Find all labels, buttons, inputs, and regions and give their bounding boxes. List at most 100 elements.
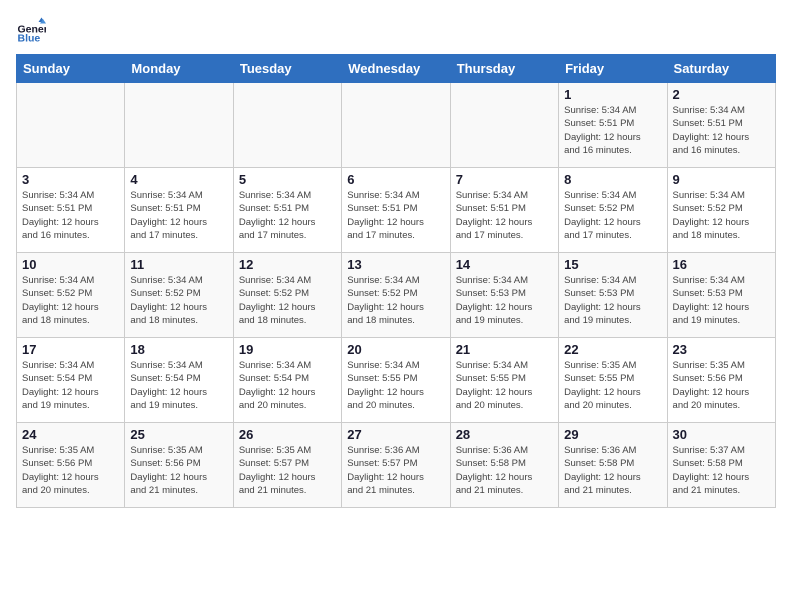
calendar-cell: 25 Sunrise: 5:35 AM Sunset: 5:56 PM Dayli… bbox=[125, 423, 233, 508]
calendar-cell bbox=[233, 83, 341, 168]
calendar-cell: 19Sunrise: 5:34 AM Sunset: 5:54 PM Dayli… bbox=[233, 338, 341, 423]
day-info: Sunrise: 5:34 AM Sunset: 5:51 PM Dayligh… bbox=[564, 104, 661, 157]
calendar-cell: 12Sunrise: 5:34 AM Sunset: 5:52 PM Dayli… bbox=[233, 253, 341, 338]
day-number: 1 bbox=[564, 87, 661, 102]
day-number: 25 bbox=[130, 427, 227, 442]
calendar-cell: 3 Sunrise: 5:34 AM Sunset: 5:51 PM Daylig… bbox=[17, 168, 125, 253]
day-info: Sunrise: 5:34 AM Sunset: 5:54 PM Dayligh… bbox=[130, 359, 227, 412]
calendar-cell: 24Sunrise: 5:35 AM Sunset: 5:56 PM Dayli… bbox=[17, 423, 125, 508]
day-number: 30 bbox=[673, 427, 770, 442]
header-sunday: Sunday bbox=[17, 55, 125, 83]
calendar-cell bbox=[450, 83, 558, 168]
day-info: Sunrise: 5:36 AM Sunset: 5:57 PM Dayligh… bbox=[347, 444, 444, 497]
day-info: Sunrise: 5:34 AM Sunset: 5:52 PM Dayligh… bbox=[673, 189, 770, 242]
calendar-cell bbox=[342, 83, 450, 168]
calendar-week-1: 1 Sunrise: 5:34 AM Sunset: 5:51 PM Daylig… bbox=[17, 83, 776, 168]
calendar-cell: 14 Sunrise: 5:34 AM Sunset: 5:53 PM Dayli… bbox=[450, 253, 558, 338]
calendar-cell: 5Sunrise: 5:34 AM Sunset: 5:51 PM Daylig… bbox=[233, 168, 341, 253]
calendar-cell: 15 Sunrise: 5:34 AM Sunset: 5:53 PM Dayli… bbox=[559, 253, 667, 338]
day-info: Sunrise: 5:35 AM Sunset: 5:55 PM Dayligh… bbox=[564, 359, 661, 412]
day-info: Sunrise: 5:37 AM Sunset: 5:58 PM Dayligh… bbox=[673, 444, 770, 497]
header-monday: Monday bbox=[125, 55, 233, 83]
day-number: 8 bbox=[564, 172, 661, 187]
day-number: 17 bbox=[22, 342, 119, 357]
day-info: Sunrise: 5:34 AM Sunset: 5:53 PM Dayligh… bbox=[673, 274, 770, 327]
logo: General Blue bbox=[16, 16, 50, 46]
day-number: 15 bbox=[564, 257, 661, 272]
day-number: 27 bbox=[347, 427, 444, 442]
header-friday: Friday bbox=[559, 55, 667, 83]
day-info: Sunrise: 5:34 AM Sunset: 5:53 PM Dayligh… bbox=[456, 274, 553, 327]
page-header: General Blue bbox=[16, 16, 776, 46]
header-thursday: Thursday bbox=[450, 55, 558, 83]
calendar-cell: 26 Sunrise: 5:35 AM Sunset: 5:57 PM Dayli… bbox=[233, 423, 341, 508]
calendar-cell: 11 Sunrise: 5:34 AM Sunset: 5:52 PM Dayli… bbox=[125, 253, 233, 338]
calendar-cell: 8Sunrise: 5:34 AM Sunset: 5:52 PM Daylig… bbox=[559, 168, 667, 253]
calendar-cell: 27 Sunrise: 5:36 AM Sunset: 5:57 PM Dayli… bbox=[342, 423, 450, 508]
day-number: 4 bbox=[130, 172, 227, 187]
day-number: 18 bbox=[130, 342, 227, 357]
day-number: 26 bbox=[239, 427, 336, 442]
day-info: Sunrise: 5:36 AM Sunset: 5:58 PM Dayligh… bbox=[456, 444, 553, 497]
day-number: 24 bbox=[22, 427, 119, 442]
calendar-cell: 13 Sunrise: 5:34 AM Sunset: 5:52 PM Dayli… bbox=[342, 253, 450, 338]
calendar-cell: 6 Sunrise: 5:34 AM Sunset: 5:51 PM Daylig… bbox=[342, 168, 450, 253]
calendar-cell: 28 Sunrise: 5:36 AM Sunset: 5:58 PM Dayli… bbox=[450, 423, 558, 508]
calendar-cell: 7 Sunrise: 5:34 AM Sunset: 5:51 PM Daylig… bbox=[450, 168, 558, 253]
header-wednesday: Wednesday bbox=[342, 55, 450, 83]
calendar-cell: 1 Sunrise: 5:34 AM Sunset: 5:51 PM Daylig… bbox=[559, 83, 667, 168]
day-number: 6 bbox=[347, 172, 444, 187]
calendar-cell: 2Sunrise: 5:34 AM Sunset: 5:51 PM Daylig… bbox=[667, 83, 775, 168]
day-number: 29 bbox=[564, 427, 661, 442]
header-tuesday: Tuesday bbox=[233, 55, 341, 83]
calendar-cell: 22 Sunrise: 5:35 AM Sunset: 5:55 PM Dayli… bbox=[559, 338, 667, 423]
day-number: 20 bbox=[347, 342, 444, 357]
day-info: Sunrise: 5:34 AM Sunset: 5:51 PM Dayligh… bbox=[22, 189, 119, 242]
day-info: Sunrise: 5:34 AM Sunset: 5:52 PM Dayligh… bbox=[239, 274, 336, 327]
day-info: Sunrise: 5:34 AM Sunset: 5:51 PM Dayligh… bbox=[456, 189, 553, 242]
day-info: Sunrise: 5:34 AM Sunset: 5:55 PM Dayligh… bbox=[456, 359, 553, 412]
day-info: Sunrise: 5:34 AM Sunset: 5:52 PM Dayligh… bbox=[130, 274, 227, 327]
day-number: 10 bbox=[22, 257, 119, 272]
day-info: Sunrise: 5:35 AM Sunset: 5:57 PM Dayligh… bbox=[239, 444, 336, 497]
day-info: Sunrise: 5:34 AM Sunset: 5:53 PM Dayligh… bbox=[564, 274, 661, 327]
day-number: 11 bbox=[130, 257, 227, 272]
header-saturday: Saturday bbox=[667, 55, 775, 83]
day-number: 22 bbox=[564, 342, 661, 357]
calendar-table: SundayMondayTuesdayWednesdayThursdayFrid… bbox=[16, 54, 776, 508]
calendar-cell: 17 Sunrise: 5:34 AM Sunset: 5:54 PM Dayli… bbox=[17, 338, 125, 423]
calendar-cell: 16Sunrise: 5:34 AM Sunset: 5:53 PM Dayli… bbox=[667, 253, 775, 338]
day-info: Sunrise: 5:34 AM Sunset: 5:51 PM Dayligh… bbox=[673, 104, 770, 157]
day-number: 14 bbox=[456, 257, 553, 272]
day-number: 13 bbox=[347, 257, 444, 272]
calendar-week-3: 10 Sunrise: 5:34 AM Sunset: 5:52 PM Dayli… bbox=[17, 253, 776, 338]
calendar-cell: 23Sunrise: 5:35 AM Sunset: 5:56 PM Dayli… bbox=[667, 338, 775, 423]
day-number: 21 bbox=[456, 342, 553, 357]
day-number: 23 bbox=[673, 342, 770, 357]
day-number: 3 bbox=[22, 172, 119, 187]
calendar-cell: 9 Sunrise: 5:34 AM Sunset: 5:52 PM Daylig… bbox=[667, 168, 775, 253]
calendar-cell: 10 Sunrise: 5:34 AM Sunset: 5:52 PM Dayli… bbox=[17, 253, 125, 338]
day-number: 9 bbox=[673, 172, 770, 187]
day-info: Sunrise: 5:36 AM Sunset: 5:58 PM Dayligh… bbox=[564, 444, 661, 497]
day-number: 7 bbox=[456, 172, 553, 187]
calendar-cell bbox=[17, 83, 125, 168]
day-info: Sunrise: 5:35 AM Sunset: 5:56 PM Dayligh… bbox=[130, 444, 227, 497]
day-info: Sunrise: 5:34 AM Sunset: 5:52 PM Dayligh… bbox=[347, 274, 444, 327]
day-info: Sunrise: 5:34 AM Sunset: 5:54 PM Dayligh… bbox=[239, 359, 336, 412]
day-info: Sunrise: 5:34 AM Sunset: 5:51 PM Dayligh… bbox=[239, 189, 336, 242]
day-info: Sunrise: 5:34 AM Sunset: 5:54 PM Dayligh… bbox=[22, 359, 119, 412]
day-info: Sunrise: 5:34 AM Sunset: 5:51 PM Dayligh… bbox=[347, 189, 444, 242]
calendar-week-5: 24 Sunrise: 5:35 AM Sunset: 5:56 PM Dayli… bbox=[17, 423, 776, 508]
calendar-cell: 21 Sunrise: 5:34 AM Sunset: 5:55 PM Dayli… bbox=[450, 338, 558, 423]
calendar-cell: 18 Sunrise: 5:34 AM Sunset: 5:54 PM Dayli… bbox=[125, 338, 233, 423]
calendar-header-row: SundayMondayTuesdayWednesdayThursdayFrid… bbox=[17, 55, 776, 83]
svg-text:Blue: Blue bbox=[18, 33, 41, 45]
day-info: Sunrise: 5:34 AM Sunset: 5:52 PM Dayligh… bbox=[22, 274, 119, 327]
day-info: Sunrise: 5:34 AM Sunset: 5:51 PM Dayligh… bbox=[130, 189, 227, 242]
calendar-week-2: 3 Sunrise: 5:34 AM Sunset: 5:51 PM Daylig… bbox=[17, 168, 776, 253]
logo-icon: General Blue bbox=[16, 16, 46, 46]
day-number: 28 bbox=[456, 427, 553, 442]
calendar-week-4: 17 Sunrise: 5:34 AM Sunset: 5:54 PM Dayli… bbox=[17, 338, 776, 423]
calendar-cell bbox=[125, 83, 233, 168]
